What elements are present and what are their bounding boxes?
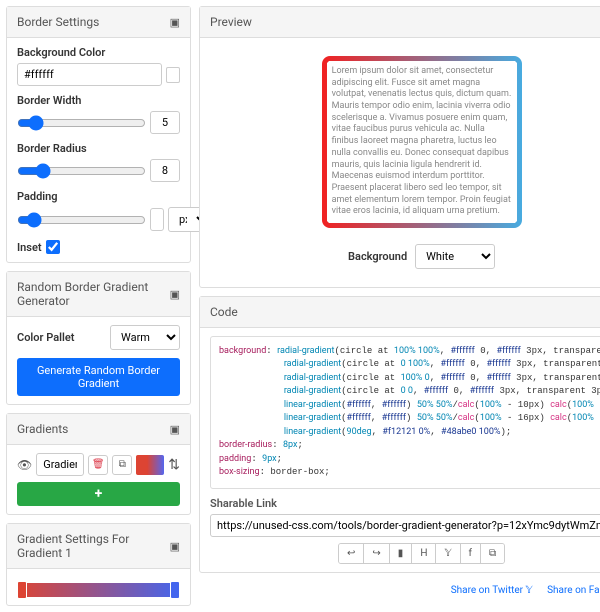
gradients-title: Gradients xyxy=(17,422,68,436)
gradient-swatch[interactable] xyxy=(136,455,164,475)
delete-button[interactable]: 🗑 xyxy=(88,455,108,475)
border-width-slider[interactable] xyxy=(17,115,146,131)
share-icon[interactable]: ↪ xyxy=(364,544,389,563)
share-facebook-link[interactable]: Share on Facebook f xyxy=(547,585,600,596)
random-title: Random Border Gradient Generator xyxy=(17,280,170,308)
gradient-stop[interactable] xyxy=(170,581,180,599)
twitter-icon[interactable]: 𝕐 xyxy=(436,544,460,563)
border-radius-label: Border Radius xyxy=(17,142,180,155)
link-label: Sharable Link xyxy=(210,489,600,514)
preview-panel: Preview Lorem ipsum dolor sit amet, cons… xyxy=(199,6,600,288)
add-gradient-button[interactable]: + xyxy=(17,482,180,506)
border-settings-panel: Border Settings ▣ Background Color Border… xyxy=(6,6,191,263)
gradient-bar[interactable] xyxy=(17,583,180,597)
share-toolbar: ↩ ↪ ▮ H 𝕐 f ⧉ xyxy=(338,543,505,564)
sharable-link-input[interactable] xyxy=(210,514,600,537)
drag-handle-icon[interactable]: ⇅ xyxy=(168,457,180,473)
preview-box: Lorem ipsum dolor sit amet, consectetur … xyxy=(322,56,522,228)
save-icon[interactable]: ▮ xyxy=(390,544,413,563)
code-output[interactable]: ⧉background: radial-gradient(circle at 1… xyxy=(210,336,600,489)
padding-input[interactable] xyxy=(150,208,164,231)
collapse-icon[interactable]: ▣ xyxy=(170,288,180,301)
more-icon[interactable]: ⧉ xyxy=(481,544,504,563)
eye-icon[interactable]: 👁 xyxy=(17,458,32,472)
generate-button[interactable]: Generate Random Border Gradient xyxy=(17,358,180,396)
gradients-panel: Gradients ▣ 👁 🗑 ⧉ ⇅ + xyxy=(6,413,191,515)
code-panel: Code ⧉background: radial-gradient(circle… xyxy=(199,296,600,573)
pallet-label: Color Pallet xyxy=(17,331,106,344)
collapse-icon[interactable]: ▣ xyxy=(170,540,180,553)
share-links: Share on Twitter 𝕐 Share on Facebook f xyxy=(199,581,600,600)
facebook-icon[interactable]: f xyxy=(461,544,481,563)
random-generator-panel: Random Border Gradient Generator▣ Color … xyxy=(6,271,191,405)
preview-title: Preview xyxy=(210,15,252,29)
border-radius-input[interactable] xyxy=(150,159,180,182)
color-swatch[interactable] xyxy=(166,67,180,83)
bg-color-label: Background Color xyxy=(17,46,180,59)
pallet-select[interactable]: Warm xyxy=(110,325,180,350)
share-twitter-link[interactable]: Share on Twitter 𝕐 xyxy=(451,585,533,596)
border-settings-title: Border Settings xyxy=(17,15,99,29)
gradient-settings-title: Gradient Settings For Gradient 1 xyxy=(17,532,170,560)
preview-bg-select[interactable]: White xyxy=(415,244,495,269)
inset-checkbox[interactable] xyxy=(46,240,60,254)
collapse-icon[interactable]: ▣ xyxy=(170,423,180,436)
gradient-name-input[interactable] xyxy=(36,453,84,476)
border-width-input[interactable] xyxy=(150,111,180,134)
gradient-stop[interactable] xyxy=(17,581,27,599)
preview-bg-label: Background xyxy=(348,250,407,263)
inset-label: Inset xyxy=(17,241,42,254)
copy-gradient-button[interactable]: ⧉ xyxy=(112,455,132,475)
code-title: Code xyxy=(210,305,238,319)
gradient-settings-panel: Gradient Settings For Gradient 1▣ xyxy=(6,523,191,606)
gradient-row: 👁 🗑 ⧉ ⇅ xyxy=(17,453,180,476)
reply-icon[interactable]: ↩ xyxy=(339,544,364,563)
border-width-label: Border Width xyxy=(17,94,180,107)
border-radius-slider[interactable] xyxy=(17,163,146,179)
bookmark-icon[interactable]: H xyxy=(412,544,436,563)
padding-slider[interactable] xyxy=(17,212,146,228)
collapse-icon[interactable]: ▣ xyxy=(170,16,180,29)
bg-color-input[interactable] xyxy=(17,63,162,86)
padding-label: Padding xyxy=(17,190,180,203)
